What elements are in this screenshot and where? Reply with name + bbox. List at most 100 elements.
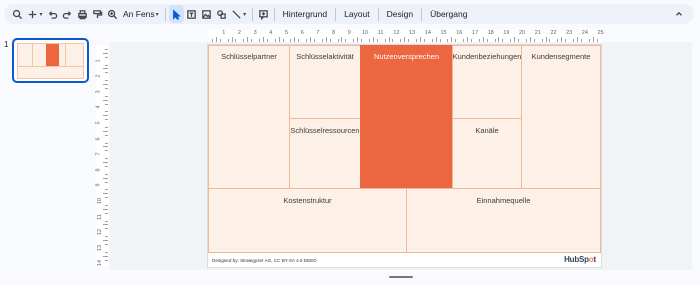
cell-label: Schlüsselaktivität xyxy=(296,52,354,61)
comment-icon[interactable] xyxy=(256,5,271,23)
ruler-tick xyxy=(313,39,315,42)
ruler-tick-label: 3 xyxy=(95,90,102,94)
layout-button[interactable]: Layout xyxy=(339,5,375,23)
line-button[interactable]: ▾ xyxy=(229,5,249,23)
undo-icon[interactable] xyxy=(45,5,60,23)
ruler-tick xyxy=(103,130,108,132)
ruler-tick xyxy=(404,37,406,42)
ruler-tick xyxy=(592,37,594,42)
ruler-tick-label: 19 xyxy=(503,30,510,36)
cell-channels[interactable]: Kanäle xyxy=(452,118,522,189)
ruler-tick xyxy=(447,39,449,42)
ruler-tick xyxy=(105,228,108,230)
ruler-tick xyxy=(467,37,469,42)
cell-cost-structure[interactable]: Kostenstruktur xyxy=(208,188,407,253)
ruler-tick xyxy=(231,37,233,42)
ruler-tick xyxy=(103,177,108,179)
zoom-select[interactable]: An Fens ▾ xyxy=(120,5,162,23)
toolbar-divider xyxy=(164,7,166,21)
ruler-tick xyxy=(227,39,229,42)
ruler-tick-label: 22 xyxy=(550,30,557,36)
ruler-tick-label: 9 xyxy=(347,30,351,36)
vertical-ruler[interactable]: 1 2 3 4 5 6 7 8 9 10 11 12 13 14 xyxy=(96,44,108,268)
cell-customer-relationships[interactable]: Kundenbeziehungen xyxy=(452,45,522,119)
ruler-tick xyxy=(278,37,280,42)
ruler-tick-label: 10 xyxy=(362,30,369,36)
cell-key-partners[interactable]: Schlüsselpartner xyxy=(208,45,290,189)
collapse-toolbar-icon[interactable] xyxy=(672,6,686,22)
ruler-tick xyxy=(105,212,108,214)
select-cursor-icon[interactable] xyxy=(168,5,184,23)
cell-customer-segments[interactable]: Kundensegmente xyxy=(521,45,601,189)
print-icon[interactable] xyxy=(75,5,90,23)
ruler-tick-label: 2 xyxy=(95,74,102,78)
ruler-tick-label: 14 xyxy=(97,260,104,267)
transition-button[interactable]: Übergang xyxy=(425,5,472,23)
ruler-tick xyxy=(103,208,108,210)
ruler-tick-label: 13 xyxy=(97,244,104,251)
slide[interactable]: Schlüsselpartner Schlüsselaktivität Schl… xyxy=(208,45,601,267)
ruler-tick xyxy=(262,37,264,42)
ruler-tick xyxy=(392,39,394,42)
text-box-icon[interactable] xyxy=(184,5,199,23)
ruler-tick-label: 24 xyxy=(581,30,588,36)
ruler-tick-label: 3 xyxy=(253,30,257,36)
cell-key-activities[interactable]: Schlüsselaktivität xyxy=(289,45,361,119)
ruler-tick xyxy=(211,39,213,42)
ruler-tick-label: 11 xyxy=(96,213,103,220)
new-slide-button[interactable]: ▾ xyxy=(25,5,45,23)
redo-icon[interactable] xyxy=(60,5,75,23)
ruler-tick xyxy=(103,146,108,148)
ruler-tick-label: 25 xyxy=(597,30,604,36)
ruler-tick xyxy=(478,39,480,42)
design-button[interactable]: Design xyxy=(382,5,418,23)
ruler-tick xyxy=(105,220,108,222)
cell-key-resources[interactable]: Schlüsselressourcen xyxy=(289,118,361,189)
ruler-tick xyxy=(105,158,108,160)
cell-value-proposition[interactable]: Nutzenversprechen xyxy=(360,45,453,189)
ruler-tick-label: 20 xyxy=(519,30,526,36)
ruler-tick-label: 12 xyxy=(97,229,104,236)
ruler-tick xyxy=(580,39,582,42)
background-button[interactable]: Hintergrund xyxy=(278,5,332,23)
ruler-tick xyxy=(353,39,355,42)
thumbnail-gridline xyxy=(32,44,33,66)
credit-text: Designed by: Strategyzer AG, CC BY-SA 4.… xyxy=(212,258,317,263)
ruler-tick xyxy=(105,80,108,82)
ruler-tick xyxy=(105,119,108,121)
ruler-tick xyxy=(105,243,108,245)
ruler-tick xyxy=(502,39,504,42)
ruler-tick xyxy=(105,87,108,89)
ruler-tick xyxy=(215,37,217,42)
thumbnail-gridline xyxy=(65,44,66,66)
slide-thumbnail[interactable] xyxy=(12,38,89,83)
ruler-tick-label: 9 xyxy=(95,183,102,187)
paint-format-icon[interactable] xyxy=(90,5,105,23)
shape-icon[interactable] xyxy=(214,5,229,23)
ruler-tick xyxy=(105,150,108,152)
ruler-tick-label: 4 xyxy=(95,105,102,109)
ruler-tick xyxy=(298,39,300,42)
ruler-tick xyxy=(545,37,547,42)
ruler-tick xyxy=(103,68,108,70)
ruler-tick-label: 1 xyxy=(95,59,102,63)
image-icon[interactable] xyxy=(199,5,214,23)
horizontal-ruler[interactable]: 1 2 3 4 5 6 7 8 9 10 11 12 13 14 15 16 17 18 19 20 21 22 23 24 2… xyxy=(108,30,692,42)
ruler-tick xyxy=(439,39,441,42)
toolbar-divider xyxy=(273,7,275,21)
ruler-tick xyxy=(103,115,108,117)
ruler-tick xyxy=(408,39,410,42)
ruler-tick xyxy=(105,236,108,238)
ruler-tick-label: 6 xyxy=(300,30,304,36)
ruler-tick xyxy=(105,72,108,74)
resize-handle[interactable] xyxy=(389,276,413,278)
ruler-tick-label: 11 xyxy=(377,30,384,36)
search-icon[interactable] xyxy=(10,5,25,23)
cell-label: Kanäle xyxy=(475,126,499,135)
cell-revenue-streams[interactable]: Einnahmequelle xyxy=(406,188,601,253)
ruler-tick xyxy=(105,251,108,253)
ruler-tick xyxy=(419,37,421,42)
zoom-icon[interactable] xyxy=(105,5,120,23)
ruler-tick xyxy=(372,37,374,42)
ruler-tick xyxy=(103,84,108,85)
